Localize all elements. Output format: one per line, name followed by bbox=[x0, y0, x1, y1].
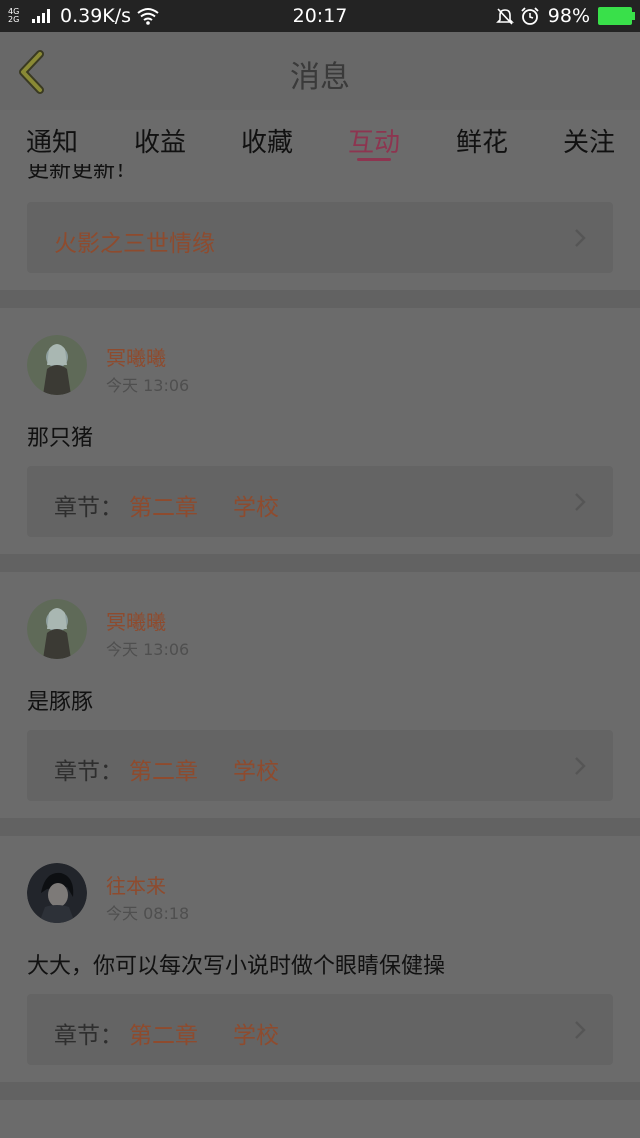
list-item bbox=[0, 1100, 640, 1138]
chevron-right-icon bbox=[575, 1021, 586, 1039]
book-title: 火影之三世情缘 bbox=[54, 231, 215, 257]
mute-icon bbox=[495, 8, 514, 25]
battery-percent: 98% bbox=[547, 5, 590, 27]
message-list[interactable]: 更新更新！ 火影之三世情缘 冥曦曦 今天 13:06 那只猪 章节： 第二章 学… bbox=[0, 164, 640, 1138]
username[interactable]: 往本来 bbox=[106, 870, 166, 899]
tab-interactions[interactable]: 互动 bbox=[348, 122, 400, 159]
message-text: 那只猪 bbox=[27, 426, 94, 451]
chapter-number: 第二章 bbox=[129, 759, 198, 785]
username[interactable]: 冥曦曦 bbox=[106, 606, 166, 635]
tab-favorites[interactable]: 收藏 bbox=[241, 122, 293, 159]
chapter-label: 章节： bbox=[54, 1023, 123, 1049]
tab-notifications[interactable]: 通知 bbox=[26, 122, 78, 159]
chevron-right-icon bbox=[575, 757, 586, 775]
chapter-label: 章节： bbox=[54, 759, 123, 785]
tab-following[interactable]: 关注 bbox=[563, 122, 615, 159]
username[interactable]: 冥曦曦 bbox=[106, 342, 166, 371]
message-time: 今天 13:06 bbox=[106, 376, 190, 395]
chapter-number: 第二章 bbox=[129, 495, 198, 521]
avatar[interactable] bbox=[27, 599, 87, 659]
list-item: 往本来 今天 08:18 大大，你可以每次写小说时做个眼睛保健操 章节： 第二章… bbox=[0, 836, 640, 1082]
tab-flowers[interactable]: 鲜花 bbox=[456, 122, 508, 159]
divider bbox=[0, 1082, 640, 1100]
book-reference[interactable]: 火影之三世情缘 bbox=[27, 202, 613, 273]
message-text: 是豚豚 bbox=[27, 690, 94, 715]
chapter-number: 第二章 bbox=[129, 1023, 198, 1049]
message-text: 更新更新！ bbox=[27, 164, 138, 183]
tab-earnings[interactable]: 收益 bbox=[134, 122, 186, 159]
alarm-icon bbox=[521, 7, 539, 25]
tab-bar: 通知 收益 收藏 互动 鲜花 关注 bbox=[0, 110, 640, 164]
divider bbox=[0, 554, 640, 572]
chevron-right-icon bbox=[575, 493, 586, 511]
list-item: 冥曦曦 今天 13:06 那只猪 章节： 第二章 学校 bbox=[0, 308, 640, 554]
avatar[interactable] bbox=[27, 335, 87, 395]
divider bbox=[0, 818, 640, 836]
divider bbox=[0, 290, 640, 308]
list-item: 更新更新！ 火影之三世情缘 bbox=[0, 164, 640, 290]
header: 消息 bbox=[0, 32, 640, 111]
chapter-reference[interactable]: 章节： 第二章 学校 bbox=[27, 466, 613, 537]
page-title: 消息 bbox=[290, 60, 350, 95]
message-time: 今天 13:06 bbox=[106, 640, 190, 659]
list-item: 冥曦曦 今天 13:06 是豚豚 章节： 第二章 学校 bbox=[0, 572, 640, 818]
battery-icon bbox=[598, 7, 635, 25]
active-tab-indicator bbox=[357, 158, 391, 161]
chapter-title: 学校 bbox=[233, 759, 279, 785]
chevron-right-icon bbox=[575, 229, 586, 247]
chapter-reference[interactable]: 章节： 第二章 学校 bbox=[27, 730, 613, 801]
message-text: 大大，你可以每次写小说时做个眼睛保健操 bbox=[27, 954, 446, 979]
avatar[interactable] bbox=[27, 863, 87, 923]
status-bar: 4G 2G 0.39K/s 20:17 98% bbox=[0, 0, 640, 32]
chapter-reference[interactable]: 章节： 第二章 学校 bbox=[27, 994, 613, 1065]
chapter-label: 章节： bbox=[54, 495, 123, 521]
message-time: 今天 08:18 bbox=[106, 904, 190, 923]
chapter-title: 学校 bbox=[233, 1023, 279, 1049]
chapter-title: 学校 bbox=[233, 495, 279, 521]
